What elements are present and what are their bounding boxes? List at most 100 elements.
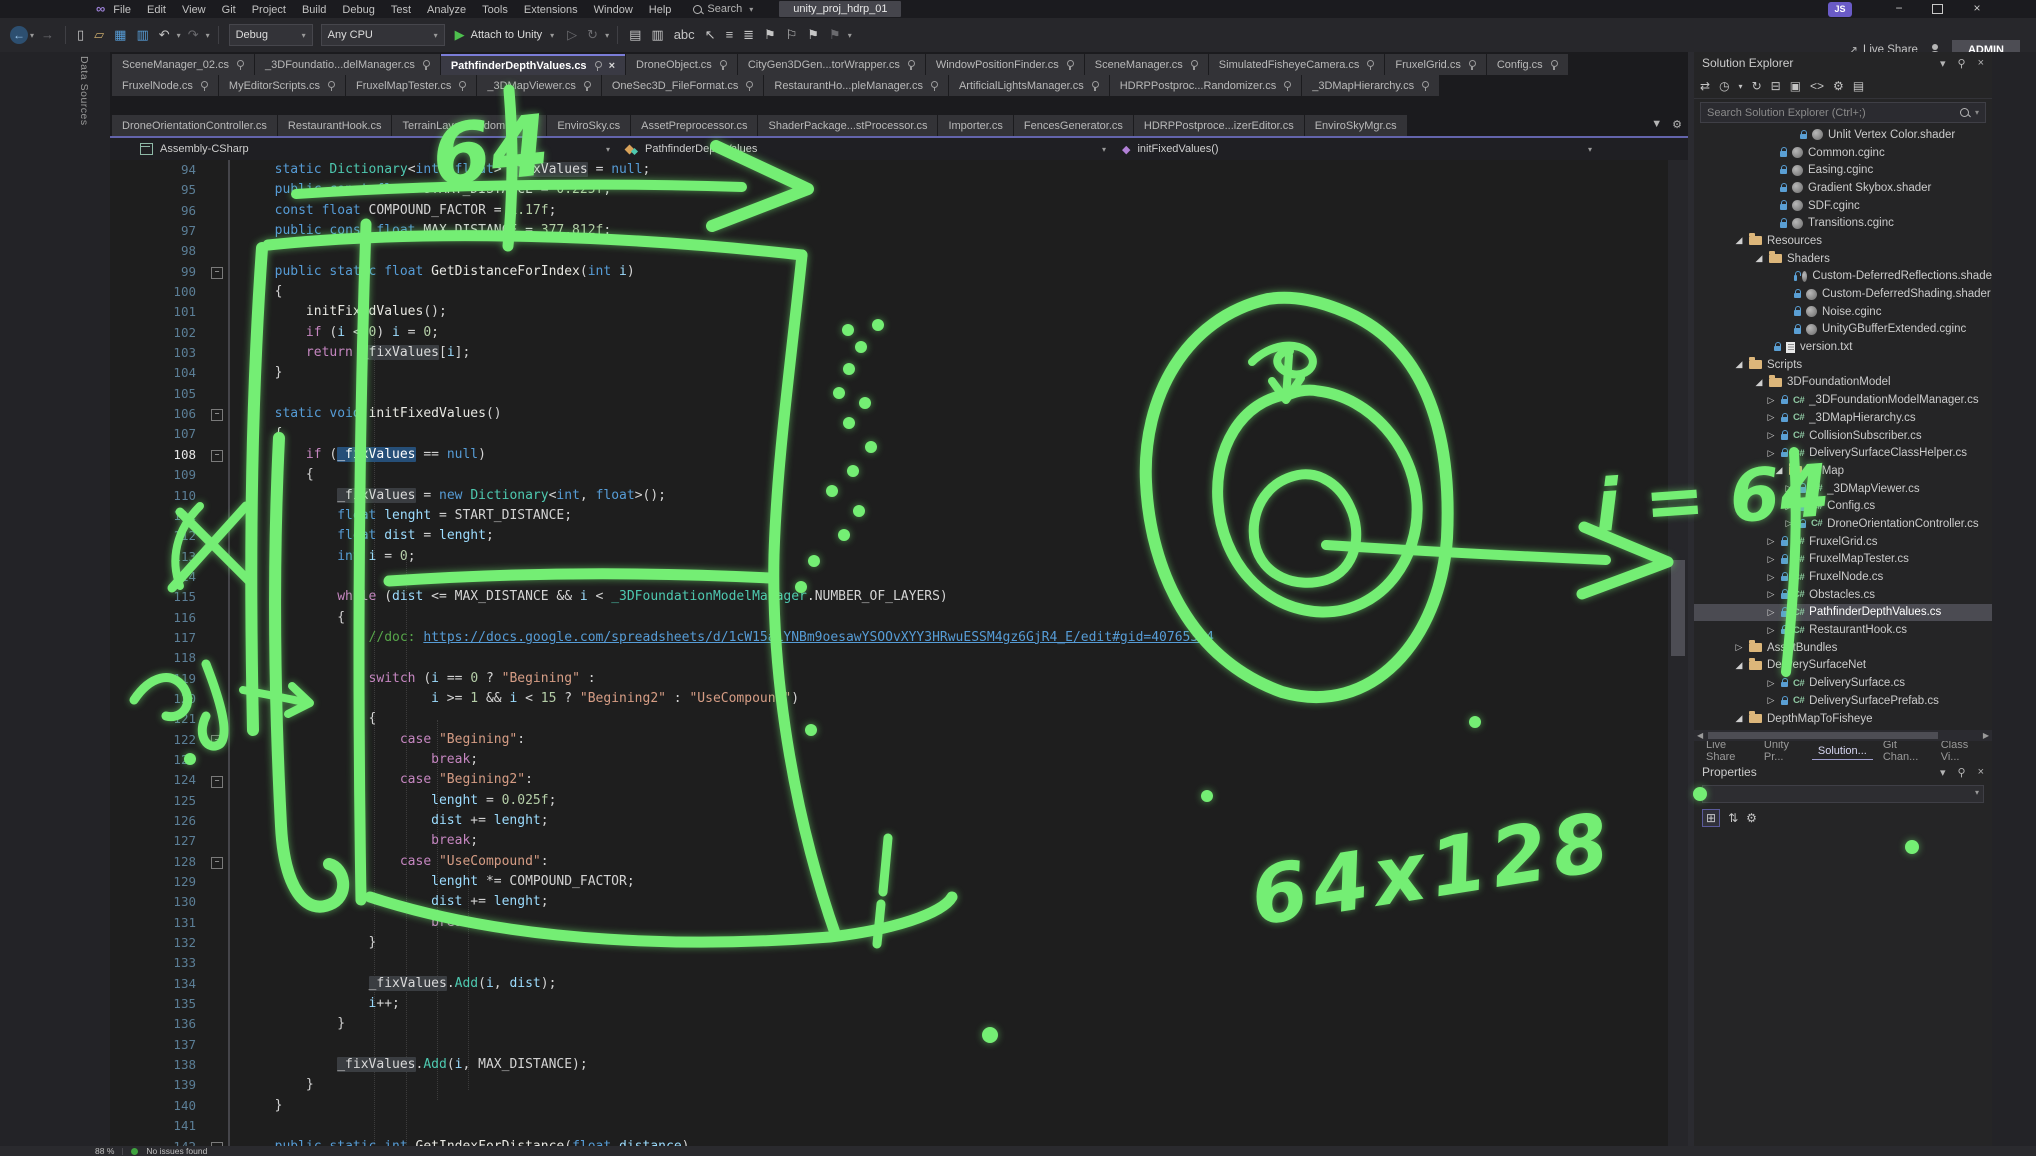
tree-item-transitions-cginc[interactable]: Transitions.cginc: [1694, 214, 1992, 232]
back-dropdown-icon[interactable]: ▾: [28, 31, 36, 40]
pin-icon[interactable]: [236, 60, 244, 70]
pane-dropdown-icon[interactable]: ▾: [1940, 766, 1946, 779]
document-tab-hdrppostproce-izereditor-cs[interactable]: HDRPPostproce...izerEditor.cs: [1134, 115, 1304, 136]
document-tab-scenemanager-02-cs[interactable]: SceneManager_02.cs: [112, 54, 254, 75]
account-badge[interactable]: JS: [1828, 2, 1852, 17]
bookmark-clear-icon[interactable]: ⚑: [824, 20, 846, 50]
spell-check-icon[interactable]: abc: [669, 20, 700, 50]
menu-edit[interactable]: Edit: [139, 4, 174, 16]
tree-item-deliverysurface-cs[interactable]: ▷C#DeliverySurface.cs: [1694, 674, 1992, 692]
tree-item-custom-deferredshading-shader[interactable]: Custom-DeferredShading.shader: [1694, 285, 1992, 303]
document-tab-shaderpackage-stprocessor-cs[interactable]: ShaderPackage...stProcessor.cs: [758, 115, 937, 136]
tree-item-fruxelgrid-cs[interactable]: ▷C#FruxelGrid.cs: [1694, 533, 1992, 551]
collapse-icon[interactable]: ◢: [1734, 359, 1744, 370]
properties-object-combo[interactable]: ▾: [1702, 785, 1984, 803]
navigate-symbol-icon[interactable]: ▥: [646, 20, 668, 50]
menu-file[interactable]: File: [105, 4, 139, 16]
expand-icon[interactable]: ▷: [1766, 625, 1776, 636]
project-dropdown[interactable]: Assembly-CSharp▾: [132, 139, 618, 159]
navigate-back-icon[interactable]: ←: [10, 26, 28, 44]
search-control[interactable]: Search ▾: [693, 3, 755, 15]
tree-item-easing-cginc[interactable]: Easing.cginc: [1694, 161, 1992, 179]
pin-icon[interactable]: [1468, 60, 1476, 70]
pane-dropdown-icon[interactable]: ▾: [1940, 57, 1946, 70]
document-tab-assetpreprocessor-cs[interactable]: AssetPreprocessor.cs: [631, 115, 757, 136]
pane-pin-icon[interactable]: ⚲: [1958, 766, 1966, 779]
tool-window-tab-class-vi-[interactable]: Class Vi...: [1935, 737, 1986, 765]
health-check-icon[interactable]: [131, 1148, 138, 1155]
property-pages-icon[interactable]: ⚙: [1746, 811, 1757, 825]
collapse-icon[interactable]: ◢: [1734, 713, 1744, 724]
redo-dropdown-icon[interactable]: ▾: [204, 31, 212, 40]
platform-combo[interactable]: Any CPU▾: [321, 24, 445, 46]
debug-target-combo[interactable]: Debug▾: [229, 24, 313, 46]
pin-icon[interactable]: [422, 60, 430, 70]
tab-options-icon[interactable]: ⚙: [1672, 118, 1682, 131]
undo-icon[interactable]: ↶: [154, 20, 175, 50]
tree-item-unitygbufferextended-cginc[interactable]: UnityGBufferExtended.cginc: [1694, 321, 1992, 339]
indent-icon[interactable]: ≣: [738, 20, 759, 50]
properties-wrench-icon[interactable]: ⚙: [1833, 79, 1844, 93]
fold-toggle-icon[interactable]: −: [211, 409, 223, 421]
pane-close-icon[interactable]: ×: [1978, 57, 1984, 70]
save-all-icon[interactable]: ▥: [131, 20, 153, 50]
document-tab-terrainlayerrandomizer-cs[interactable]: TerrainLayerRandomizer.cs: [392, 115, 546, 136]
pane-pin-icon[interactable]: ⚲: [1958, 57, 1966, 70]
find-in-files-icon[interactable]: ▤: [624, 20, 646, 50]
tree-item-gradient-skybox-shader[interactable]: Gradient Skybox.shader: [1694, 179, 1992, 197]
fold-toggle-icon[interactable]: −: [211, 776, 223, 788]
new-file-icon[interactable]: ▯: [72, 20, 89, 50]
document-tab-restauranthook-cs[interactable]: RestaurantHook.cs: [278, 115, 392, 136]
document-tab-artificiallightsmanager-cs[interactable]: ArtificialLightsManager.cs: [949, 75, 1109, 96]
tool-window-tab-solution-[interactable]: Solution...: [1812, 743, 1873, 760]
document-tab-fruxelnode-cs[interactable]: FruxelNode.cs: [112, 75, 218, 96]
document-tab-citygen3dgen-torwrapper-cs[interactable]: CityGen3DGen...torWrapper.cs: [738, 54, 925, 75]
tree-item-shaders[interactable]: ◢Shaders: [1694, 250, 1992, 268]
code-editor[interactable]: 94 static Dictionary<int, float> _fixVal…: [110, 160, 1668, 1146]
menu-git[interactable]: Git: [214, 4, 244, 16]
alphabetical-icon[interactable]: ⇅: [1728, 811, 1738, 825]
categorized-icon[interactable]: ⊞: [1702, 809, 1720, 827]
hot-reload-icon[interactable]: ↻: [582, 20, 603, 50]
tree-item-depthmaptofisheye[interactable]: ◢DepthMapToFisheye: [1694, 710, 1992, 728]
undo-dropdown-icon[interactable]: ▾: [175, 31, 183, 40]
toolbar-dropdown-icon[interactable]: ▾: [603, 31, 611, 40]
zoom-level[interactable]: 88 %: [95, 1146, 114, 1156]
pin-icon[interactable]: [1550, 60, 1558, 70]
expand-icon[interactable]: ▷: [1766, 678, 1776, 689]
tree-item-scripts[interactable]: ◢Scripts: [1694, 356, 1992, 374]
menu-project[interactable]: Project: [244, 4, 294, 16]
attach-to-unity-button[interactable]: ▶ Attach to Unity ▾: [455, 20, 557, 50]
pin-icon[interactable]: [583, 81, 591, 91]
tree-item-restauranthook-cs[interactable]: ▷C#RestaurantHook.cs: [1694, 621, 1992, 639]
save-icon[interactable]: ▦: [109, 20, 131, 50]
tree-item-config-cs[interactable]: ▷C#Config.cs: [1694, 497, 1992, 515]
bookmark-next-icon[interactable]: ⚑: [802, 20, 824, 50]
collapse-icon[interactable]: ◢: [1754, 377, 1764, 388]
expand-icon[interactable]: ▷: [1766, 412, 1776, 423]
tree-item-fruxelmaptester-cs[interactable]: ▷C#FruxelMapTester.cs: [1694, 551, 1992, 569]
preview-icon[interactable]: ▤: [1853, 79, 1864, 93]
document-tab-fruxelmaptester-cs[interactable]: FruxelMapTester.cs: [346, 75, 476, 96]
collapse-icon[interactable]: ◢: [1774, 465, 1784, 476]
menu-debug[interactable]: Debug: [334, 4, 382, 16]
expand-icon[interactable]: ▷: [1766, 395, 1776, 406]
select-cursor-icon[interactable]: ↖: [700, 20, 721, 50]
scroll-right-icon[interactable]: ▶: [1983, 731, 1989, 740]
tree-item-assetbundles[interactable]: ▷AssetBundles: [1694, 639, 1992, 657]
menu-build[interactable]: Build: [294, 4, 334, 16]
expand-icon[interactable]: ▷: [1766, 695, 1776, 706]
pin-icon[interactable]: [1421, 81, 1429, 91]
pin-icon[interactable]: [200, 81, 208, 91]
collapse-icon[interactable]: ◢: [1734, 235, 1744, 246]
document-tab-restaurantho-plemanager-cs[interactable]: RestaurantHo...pleManager.cs: [764, 75, 948, 96]
document-tab-fencesgenerator-cs[interactable]: FencesGenerator.cs: [1014, 115, 1133, 136]
expand-icon[interactable]: ▷: [1766, 589, 1776, 600]
show-all-files-icon[interactable]: ▣: [1790, 79, 1801, 93]
history-icon[interactable]: ◷: [1719, 79, 1729, 93]
open-file-icon[interactable]: ▱: [89, 20, 109, 50]
bookmark-prev-icon[interactable]: ⚐: [781, 20, 803, 50]
code-view-icon[interactable]: <>: [1810, 79, 1824, 93]
history-dropdown-icon[interactable]: ▾: [1739, 82, 1743, 91]
tree-item-collisionsubscriber-cs[interactable]: ▷C#CollisionSubscriber.cs: [1694, 427, 1992, 445]
